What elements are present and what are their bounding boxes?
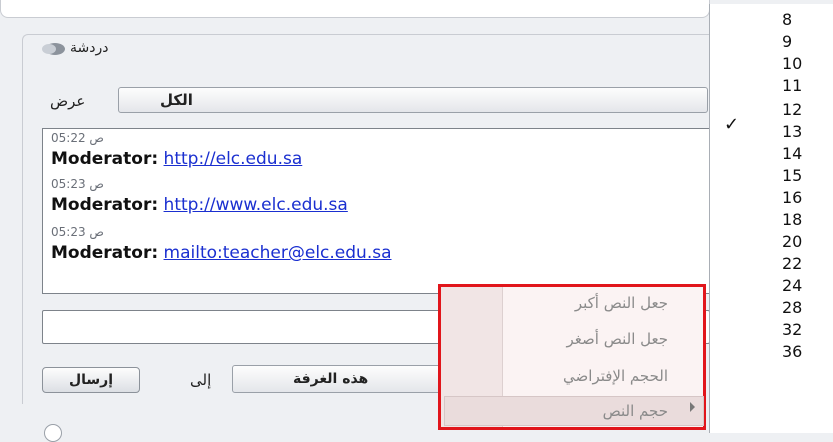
message-line: Moderator: http://elc.edu.sa (51, 149, 302, 169)
size-item-22[interactable]: 22 (782, 254, 822, 274)
show-filter-select[interactable] (118, 87, 708, 113)
recipient-select[interactable]: هذه الغرفة (232, 365, 472, 393)
message-link[interactable]: http://elc.edu.sa (164, 149, 303, 169)
size-item-36[interactable]: 36 (782, 342, 822, 362)
chat-bubble-icon (42, 43, 65, 55)
submenu-arrow-icon (690, 402, 695, 412)
size-item-11[interactable]: 11 (782, 76, 822, 96)
message-link[interactable]: http://www.elc.edu.sa (164, 195, 348, 215)
message-line: Moderator: mailto:teacher@elc.edu.sa (51, 243, 392, 263)
size-item-10[interactable]: 10 (782, 54, 822, 74)
bottom-radio[interactable] (44, 424, 62, 442)
size-item-18[interactable]: 18 (782, 210, 822, 230)
menu-item-default-size[interactable]: الحجم الإفتراضي (563, 367, 668, 385)
size-item-12[interactable]: 12 (782, 100, 822, 120)
send-button[interactable]: إرسال (42, 367, 140, 393)
to-label: إلى (190, 371, 212, 389)
show-filter-label: عرض (50, 92, 86, 110)
message-time: 05:23 ص (51, 177, 104, 191)
menu-item-text-size[interactable]: حجم النص (603, 402, 668, 420)
font-size-list: 8 9 10 11 12 13 14 15 16 18 20 22 24 28 … (709, 4, 833, 433)
size-item-14[interactable]: 14 (782, 144, 822, 164)
chat-panel-title: دردشة (70, 40, 109, 56)
message-time: 05:22 ص (51, 131, 104, 145)
checkmark-icon: ✓ (724, 114, 740, 135)
size-item-15[interactable]: 15 (782, 166, 822, 186)
message-time: 05:23 ص (51, 225, 104, 239)
size-item-13[interactable]: 13 (782, 122, 822, 142)
size-item-24[interactable]: 24 (782, 276, 822, 296)
size-item-16[interactable]: 16 (782, 188, 822, 208)
size-item-28[interactable]: 28 (782, 298, 822, 318)
show-filter-value: الكل (160, 91, 193, 109)
message-link[interactable]: mailto:teacher@elc.edu.sa (164, 243, 392, 263)
message-line: Moderator: http://www.elc.edu.sa (51, 195, 348, 215)
menu-item-make-text-smaller[interactable]: جعل النص أصغر (567, 330, 668, 348)
message-sender: Moderator: (51, 243, 159, 263)
size-item-32[interactable]: 32 (782, 320, 822, 340)
top-panel-edge (0, 0, 710, 18)
menu-item-make-text-larger[interactable]: جعل النص أكبر (575, 294, 668, 312)
message-sender: Moderator: (51, 195, 159, 215)
size-item-9[interactable]: 9 (782, 32, 822, 52)
chat-messages-area[interactable]: 05:22 ص Moderator: http://elc.edu.sa 05:… (42, 128, 710, 294)
size-item-8[interactable]: 8 (782, 10, 822, 30)
message-sender: Moderator: (51, 149, 159, 169)
size-item-20[interactable]: 20 (782, 232, 822, 252)
